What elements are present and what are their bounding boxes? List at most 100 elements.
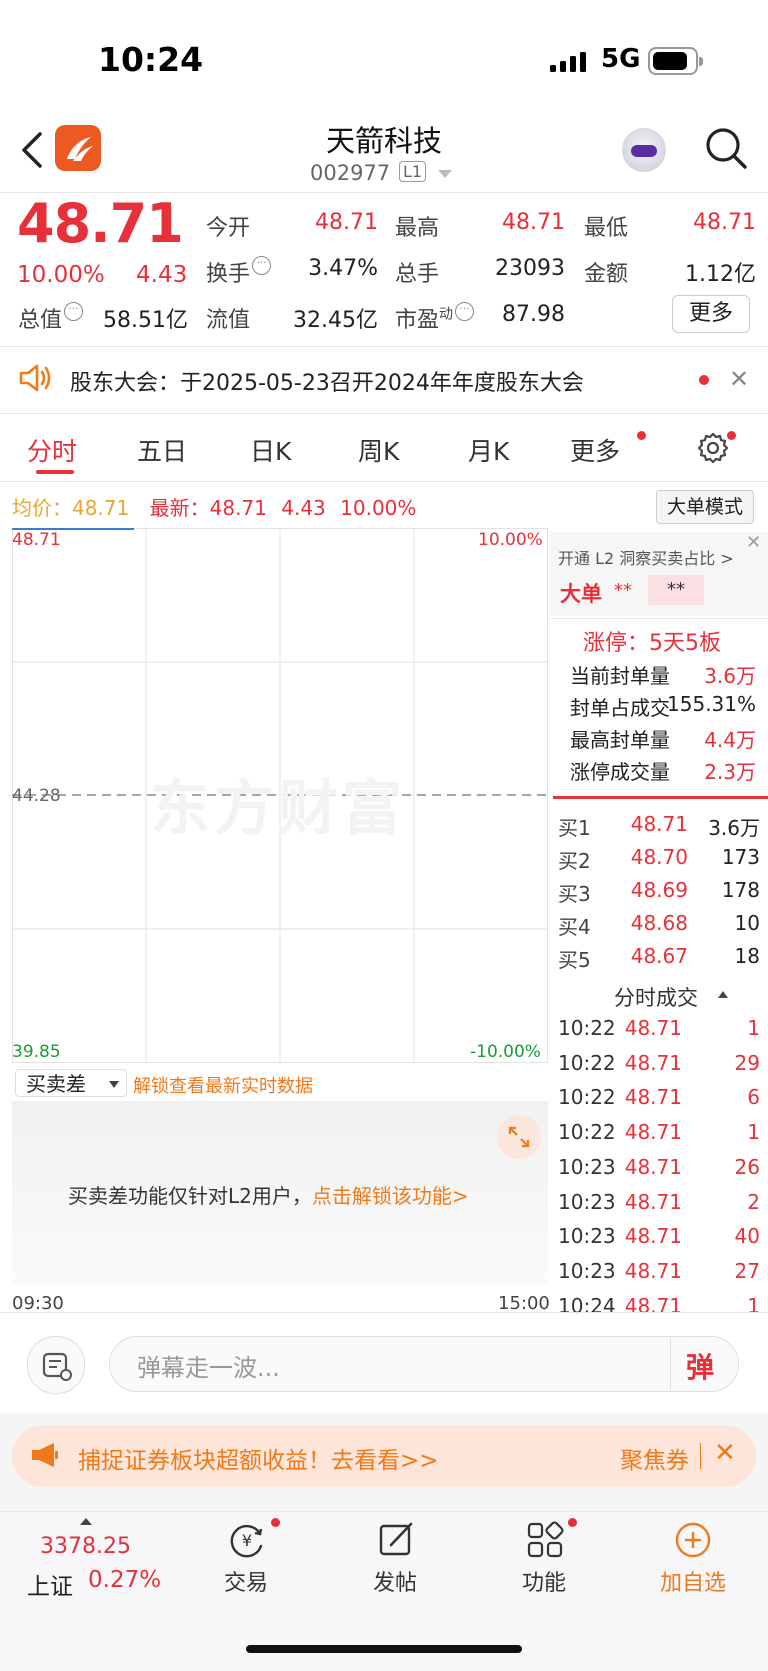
seal-row-value: 2.3万: [704, 760, 756, 784]
unlock-realtime-link[interactable]: 解锁查看最新实时数据: [133, 1072, 313, 1098]
megaphone-icon: [32, 1443, 58, 1467]
ticks-collapse-icon[interactable]: [718, 991, 728, 998]
nav-add-favorite[interactable]: 加自选: [648, 1565, 738, 1597]
info-dots-icon[interactable]: ···: [252, 256, 272, 275]
home-indicator: [246, 1645, 522, 1653]
info-dots-icon[interactable]: ···: [64, 302, 84, 321]
tick-price: 48.71: [624, 1016, 682, 1040]
trade-icon[interactable]: ¥: [227, 1520, 267, 1560]
more-button[interactable]: 更多: [672, 295, 750, 333]
turnover-value: 3.47%: [308, 256, 378, 281]
high-label: 最高: [395, 216, 440, 241]
buy-level-price: 48.69: [630, 878, 688, 902]
nav-post[interactable]: 发帖: [350, 1565, 440, 1597]
tick-price: 48.71: [624, 1050, 682, 1075]
bsd-unlock-link[interactable]: 点击解锁该功能>: [312, 1184, 469, 1208]
chart-start-time: 09:30: [12, 1293, 64, 1314]
bsd-dropdown-icon[interactable]: [109, 1081, 119, 1088]
function-grid-icon[interactable]: [525, 1520, 565, 1560]
high-value: 48.71: [502, 210, 565, 235]
nav-trade[interactable]: 交易: [201, 1565, 291, 1597]
index-value[interactable]: 3378.25: [40, 1534, 131, 1559]
tab-more-dot: [637, 431, 646, 440]
pe-value: 87.98: [502, 302, 565, 327]
svg-text:¥: ¥: [242, 1531, 252, 1550]
tab-more[interactable]: 更多: [570, 432, 620, 468]
buy-level-volume: 18: [734, 944, 760, 968]
change-percent: 10.00%: [17, 262, 105, 288]
watermark: 东方财富: [150, 774, 406, 844]
assistant-robot-icon[interactable]: [622, 128, 666, 172]
notice-close-icon[interactable]: ✕: [729, 365, 749, 393]
tick-price: 48.71: [624, 1293, 682, 1318]
tick-volume: 1: [747, 1016, 760, 1040]
buy-level-price: 48.71: [630, 812, 688, 836]
pe-label: 市盈动 ···: [395, 302, 475, 334]
tick-volume: 40: [734, 1224, 760, 1249]
chart-mid-price: 44.28: [12, 786, 61, 806]
buy-level-volume: 178: [721, 878, 760, 902]
volume-value: 23093: [495, 256, 565, 281]
level-badge[interactable]: L1: [399, 161, 427, 182]
speaker-icon: [19, 364, 51, 392]
tab-five-day[interactable]: 五日: [137, 432, 187, 468]
buy-level-price: 48.70: [630, 845, 688, 869]
banner-focus-label[interactable]: 聚焦券: [620, 1441, 689, 1475]
tick-volume: 1: [747, 1293, 760, 1318]
settings-gear-icon[interactable]: [696, 431, 730, 465]
nav-function[interactable]: 功能: [499, 1565, 589, 1597]
index-name[interactable]: 上证: [27, 1567, 73, 1601]
big-order-label: 大单: [560, 582, 602, 606]
level-dropdown-icon[interactable]: [438, 170, 452, 178]
l2-close-icon[interactable]: ✕: [746, 532, 761, 553]
tick-volume: 27: [734, 1258, 760, 1283]
tick-price: 48.71: [624, 1120, 682, 1145]
post-icon[interactable]: [376, 1520, 416, 1560]
limit-up-status: 涨停：5天5板: [583, 631, 721, 656]
bsd-locked-message: 买卖差功能仅针对L2用户，点击解锁该功能>: [68, 1180, 469, 1209]
mcap-label: 总值 ···: [18, 302, 84, 334]
network-label: 5G: [601, 44, 641, 74]
current-price: 48.71: [17, 192, 184, 255]
buy-level-volume: 3.6万: [708, 816, 760, 840]
tab-weekly-k[interactable]: 周K: [358, 432, 399, 468]
danmu-placeholder[interactable]: 弹幕走一波...: [137, 1348, 280, 1383]
index-expand-icon[interactable]: [80, 1518, 92, 1525]
volume-label: 总手: [395, 262, 440, 287]
info-dots-icon[interactable]: ···: [455, 302, 475, 321]
danmu-send-button[interactable]: 弹: [686, 1346, 714, 1386]
price-info-line: 均价：48.71 最新：48.71 4.43 10.00%: [12, 492, 416, 521]
tab-daily-k[interactable]: 日K: [250, 432, 291, 468]
seal-row-value: 155.31%: [667, 692, 756, 716]
big-order-value-1: **: [614, 580, 632, 601]
chart-top-price: 48.71: [12, 530, 61, 550]
tab-intraday[interactable]: 分时: [27, 432, 77, 468]
tick-volume: 6: [747, 1085, 760, 1110]
banner-close-icon[interactable]: ✕: [714, 1438, 736, 1468]
buy-level-label: 买2: [558, 849, 591, 873]
notice-text[interactable]: 股东大会：于2025-05-23召开2024年年度股东大会: [70, 365, 584, 397]
tab-monthly-k[interactable]: 月K: [468, 432, 509, 468]
buy-level-price: 48.68: [630, 911, 688, 935]
banner-text[interactable]: 捕捉证券板块超额收益！去看看>>: [78, 1441, 439, 1475]
search-icon[interactable]: [704, 126, 748, 170]
banner-text-viewport[interactable]: 捕捉证券板块超额收益！去看看>>: [72, 1425, 612, 1487]
banner-separator: [700, 1443, 701, 1469]
avg-label: 均价：: [12, 496, 72, 520]
add-favorite-icon[interactable]: [673, 1520, 713, 1560]
seal-row-value: 3.6万: [704, 664, 756, 688]
ticks-title[interactable]: 分时成交: [614, 982, 698, 1012]
latest-value: 48.71: [209, 496, 267, 520]
expand-icon[interactable]: [497, 1115, 541, 1159]
l2-promo-title[interactable]: 开通 L2 洞察买卖占比 >: [558, 545, 734, 569]
tick-volume: 29: [734, 1050, 760, 1075]
big-order-mode-button[interactable]: 大单模式: [656, 490, 754, 524]
seal-divider: [553, 796, 768, 799]
signal-icon: [550, 52, 586, 72]
tick-time: 10:24: [558, 1293, 616, 1318]
danmu-toggle-icon[interactable]: [27, 1336, 85, 1394]
index-pct[interactable]: 0.27%: [88, 1567, 161, 1593]
tick-volume: 2: [747, 1189, 760, 1214]
notice-unread-dot: [699, 375, 709, 385]
buy-level-label: 买5: [558, 948, 591, 972]
